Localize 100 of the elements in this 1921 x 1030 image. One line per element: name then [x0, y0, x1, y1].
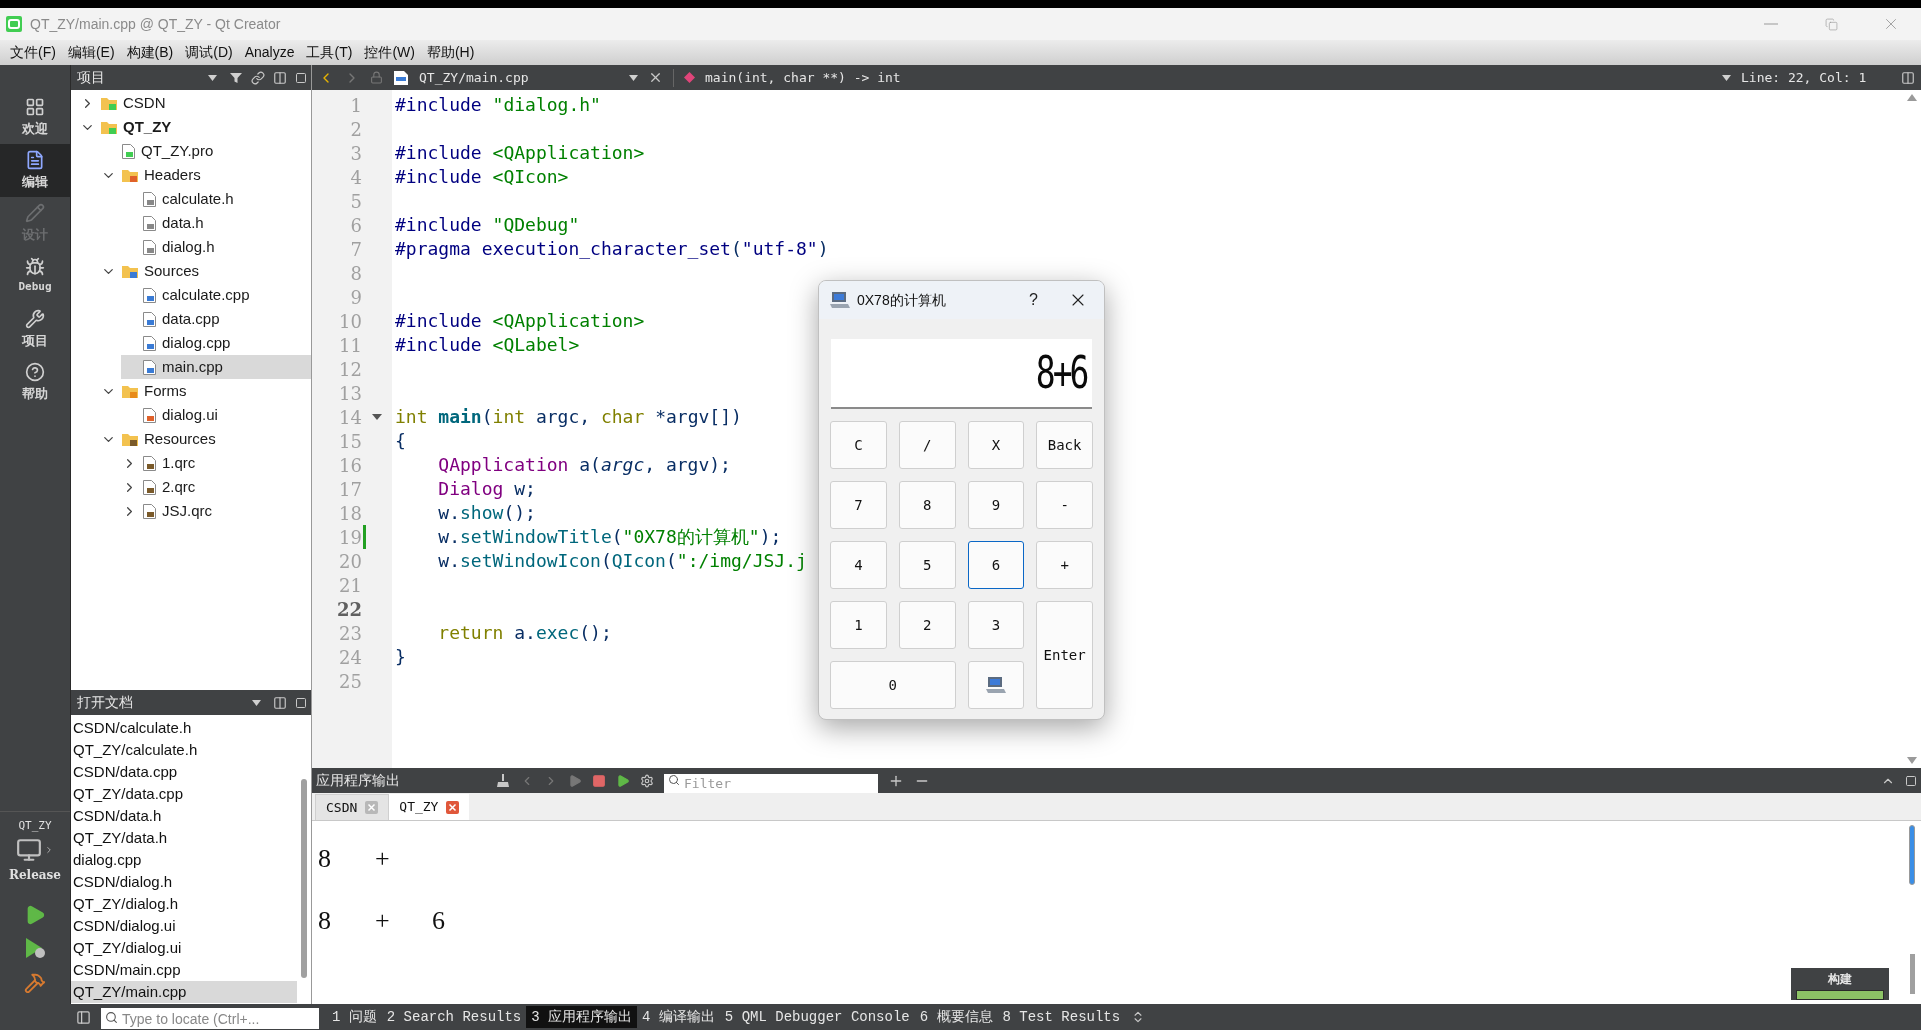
open-document-item[interactable]: QT_ZY/calculate.h: [71, 739, 297, 761]
close-pane-icon[interactable]: [1905, 774, 1917, 787]
open-document-item[interactable]: CSDN/data.cpp: [71, 761, 297, 783]
open-document-item[interactable]: QT_ZY/data.h: [71, 827, 297, 849]
scroll-up-icon[interactable]: [1907, 94, 1917, 101]
tree-item[interactable]: Resources: [100, 427, 311, 451]
tree-item[interactable]: dialog.h: [121, 235, 311, 259]
close-icon[interactable]: [446, 800, 460, 814]
dropdown-icon[interactable]: [208, 74, 217, 81]
calculator-key[interactable]: 9: [967, 481, 1025, 529]
output-pane-button[interactable]: 6 概要信息: [914, 1006, 998, 1028]
open-document-item[interactable]: QT_ZY/dialog.h: [71, 893, 297, 915]
open-document-item[interactable]: CSDN/main.cpp: [71, 959, 297, 981]
dropdown-icon[interactable]: [1722, 74, 1731, 81]
menu-item[interactable]: 工具(T): [300, 42, 359, 63]
menu-item[interactable]: 文件(F): [4, 42, 62, 63]
output-tab[interactable]: CSDN: [315, 794, 390, 820]
tree-item[interactable]: calculate.h: [121, 187, 311, 211]
output-tab[interactable]: QT_ZY: [389, 794, 470, 820]
calculator-key[interactable]: 8: [898, 481, 956, 529]
calculator-key[interactable]: -: [1036, 481, 1093, 529]
play-icon[interactable]: [616, 773, 630, 788]
dropdown-icon[interactable]: [252, 699, 261, 706]
tree-item[interactable]: CSDN: [79, 91, 311, 115]
tree-item[interactable]: data.h: [121, 211, 311, 235]
menu-item[interactable]: 控件(W): [358, 42, 421, 63]
calculator-key[interactable]: Enter: [1036, 601, 1093, 709]
calculator-key[interactable]: C: [830, 421, 887, 469]
split-icon[interactable]: [273, 70, 287, 85]
tree-item[interactable]: QT_ZY.pro: [100, 139, 311, 163]
output-pane-button[interactable]: 2 Search Results: [381, 1006, 527, 1028]
menu-item[interactable]: Analyze: [238, 42, 301, 63]
calculator-key[interactable]: 3: [967, 601, 1025, 649]
calculator-key[interactable]: 5: [898, 541, 956, 589]
mode-button[interactable]: 欢迎: [0, 91, 70, 144]
tree-item[interactable]: Forms: [100, 379, 311, 403]
calculator-key[interactable]: X: [967, 421, 1025, 469]
help-button[interactable]: ?: [1029, 288, 1038, 312]
tree-item[interactable]: 1.qrc: [121, 451, 311, 475]
menu-item[interactable]: 帮助(H): [420, 42, 481, 63]
tree-item[interactable]: dialog.cpp: [121, 331, 311, 355]
close-panel-icon[interactable]: [295, 696, 307, 709]
calculator-key[interactable]: Back: [1036, 421, 1093, 469]
sidebar-toggle-icon[interactable]: [76, 1009, 91, 1025]
scrollbar-thumb[interactable]: [1909, 954, 1915, 994]
calculator-key[interactable]: 7: [830, 481, 887, 529]
tree-item[interactable]: Sources: [100, 259, 311, 283]
tree-item[interactable]: main.cpp: [121, 355, 311, 379]
tree-item[interactable]: calculate.cpp: [121, 283, 311, 307]
tree-item[interactable]: Headers: [100, 163, 311, 187]
mode-button[interactable]: Debug: [0, 250, 70, 303]
output-pane-button[interactable]: 3 应用程序输出: [526, 1006, 638, 1028]
broom-icon[interactable]: [496, 773, 510, 788]
output-pane-button[interactable]: 8 Test Results: [997, 1006, 1126, 1028]
filter-field[interactable]: Filter: [664, 774, 878, 793]
tree-item[interactable]: data.cpp: [121, 307, 311, 331]
link-icon[interactable]: [251, 70, 265, 85]
kit-selector[interactable]: [16, 837, 54, 863]
calculator-key[interactable]: +: [1036, 541, 1093, 589]
dropdown-icon[interactable]: [629, 74, 638, 81]
open-document-item[interactable]: CSDN/dialog.h: [71, 871, 297, 893]
output-pane-button[interactable]: 4 编译输出: [637, 1006, 720, 1028]
open-document-item[interactable]: CSDN/dialog.ui: [71, 915, 297, 937]
menu-item[interactable]: 编辑(E): [61, 42, 121, 63]
scrollbar-thumb[interactable]: [301, 779, 307, 978]
symbol-selector[interactable]: main(int, char **) -> int: [705, 67, 901, 88]
output-pane-button[interactable]: 1 问题: [327, 1006, 382, 1028]
tree-item[interactable]: JSJ.qrc: [121, 499, 311, 523]
calculator-key[interactable]: [967, 661, 1025, 709]
mode-button[interactable]: 项目: [0, 303, 70, 356]
open-document-item[interactable]: dialog.cpp: [71, 849, 297, 871]
filter-icon[interactable]: [229, 70, 243, 85]
tree-item[interactable]: 2.qrc: [121, 475, 311, 499]
open-document-item[interactable]: CSDN/data.h: [71, 805, 297, 827]
close-icon[interactable]: [648, 70, 663, 85]
settings-icon[interactable]: [640, 773, 654, 788]
scrollbar-thumb[interactable]: [1909, 825, 1915, 885]
mode-button[interactable]: 编辑: [0, 144, 70, 197]
stop-icon[interactable]: [592, 773, 606, 788]
scroll-down-icon[interactable]: [1907, 757, 1917, 764]
calculator-key[interactable]: 0: [830, 661, 956, 709]
calculator-key[interactable]: 1: [830, 601, 887, 649]
calculator-key[interactable]: 2: [898, 601, 956, 649]
open-document-item[interactable]: QT_ZY/data.cpp: [71, 783, 297, 805]
fold-arrow-icon[interactable]: [372, 414, 382, 420]
file-name[interactable]: QT_ZY/main.cpp: [419, 67, 619, 88]
calculator-key[interactable]: 6: [967, 541, 1025, 589]
output-pane-button[interactable]: 5 QML Debugger Console: [719, 1006, 915, 1028]
open-document-item[interactable]: QT_ZY/dialog.ui: [71, 937, 297, 959]
locate-field[interactable]: Type to locate (Ctrl+...: [101, 1008, 319, 1029]
calculator-key[interactable]: /: [898, 421, 956, 469]
tree-item[interactable]: dialog.ui: [121, 403, 311, 427]
tree-item[interactable]: QT_ZY: [79, 115, 311, 139]
calculator-key[interactable]: 4: [830, 541, 887, 589]
mode-button[interactable]: 帮助: [0, 356, 70, 409]
menu-item[interactable]: 构建(B): [120, 42, 180, 63]
close-panel-icon[interactable]: [295, 71, 307, 84]
open-document-item[interactable]: QT_ZY/main.cpp: [71, 981, 297, 1003]
split-icon[interactable]: [1901, 70, 1915, 85]
menu-item[interactable]: 调试(D): [179, 42, 239, 63]
